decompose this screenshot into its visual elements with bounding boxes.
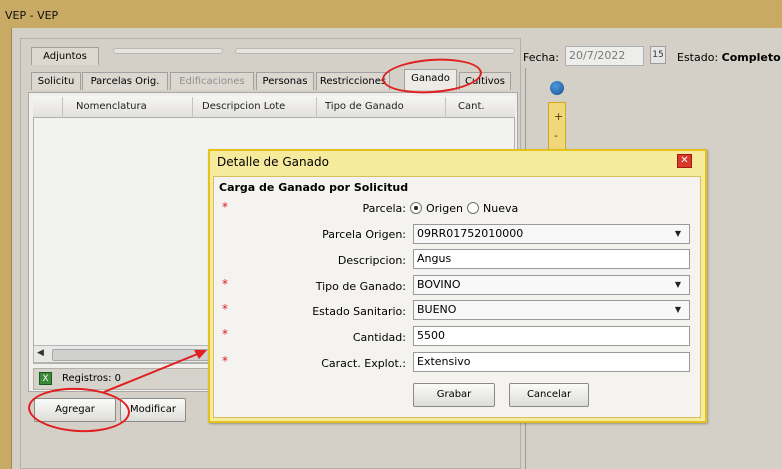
annotation-arrow [103, 350, 207, 393]
annotation-arrow-line [103, 352, 201, 393]
